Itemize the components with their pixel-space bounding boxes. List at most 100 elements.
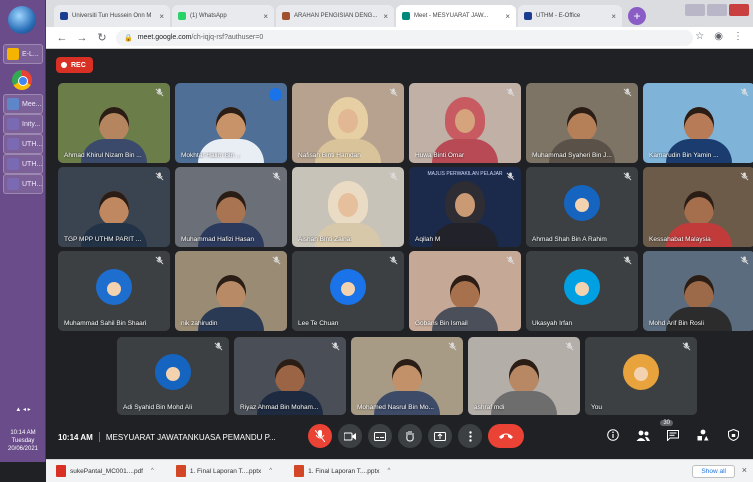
- participant-tile[interactable]: Ahmad Shah Bin A Rahim: [526, 167, 638, 247]
- chevron-up-icon[interactable]: ^: [151, 468, 154, 474]
- avatar-face-icon: [575, 198, 589, 212]
- close-window-button[interactable]: [729, 4, 749, 16]
- participant-tile[interactable]: MAJLIS PERWAKILAN PELAJAR Aqilah M: [409, 167, 521, 247]
- browser-toolbar: ← → ↻ 🔒 meet.google.com/ch-iqjq-rsf?auth…: [46, 27, 753, 49]
- chevron-up-icon[interactable]: ^: [269, 468, 272, 474]
- participant-tile[interactable]: Muhammad Syaheri Bin J...: [526, 83, 638, 163]
- people-button[interactable]: [635, 427, 651, 443]
- more-options-button[interactable]: [458, 424, 482, 448]
- participant-tile[interactable]: Gobaris Bin Ismail: [409, 251, 521, 331]
- host-controls-button[interactable]: [725, 427, 741, 443]
- download-item[interactable]: 1. Final Laporan T....pptx ^: [175, 465, 272, 477]
- close-download-bar-icon[interactable]: ×: [742, 465, 747, 475]
- participant-tile[interactable]: Mokhtar Halim Bin ...: [175, 83, 287, 163]
- participant-tile[interactable]: nik zahirudin: [175, 251, 287, 331]
- minimize-button[interactable]: [685, 4, 705, 16]
- tab-close-icon[interactable]: ×: [257, 12, 268, 21]
- profile-icon[interactable]: ◉: [714, 31, 723, 42]
- participant-tile[interactable]: Mohamed Nasrul Bin Mo...: [351, 337, 463, 415]
- activities-button[interactable]: [695, 427, 711, 443]
- camera-button[interactable]: [338, 424, 362, 448]
- app-icon: [7, 98, 19, 110]
- toolbar-right: ☆ ◉ ⋮: [695, 31, 743, 42]
- raise-hand-button[interactable]: [398, 424, 422, 448]
- taskbar-item[interactable]: UTH...: [3, 174, 43, 194]
- tab-close-icon[interactable]: ×: [499, 12, 510, 21]
- chrome-icon[interactable]: [12, 70, 32, 90]
- participant-tile[interactable]: Aishah Binti Zainal: [292, 167, 404, 247]
- captions-button[interactable]: [368, 424, 392, 448]
- participant-tile[interactable]: You: [585, 337, 697, 415]
- mic-muted-icon: [155, 88, 164, 97]
- participant-tile[interactable]: Adi Syahid Bin Mohd Ali: [117, 337, 229, 415]
- new-tab-button[interactable]: +: [628, 7, 646, 25]
- browser-tab[interactable]: (1) WhatsApp ×: [172, 5, 274, 27]
- taskbar-item[interactable]: UTH...: [3, 134, 43, 154]
- participant-name: Riyaz Ahmad Bin Moham...: [240, 404, 319, 411]
- browser-tab[interactable]: ARAHAN PENGISIAN DENG... ×: [276, 5, 394, 27]
- participant-name: Kessahabat Malaysia: [649, 236, 711, 243]
- participant-tile[interactable]: TGP MPP UTHM PARIT ...: [58, 167, 170, 247]
- taskbar-clock[interactable]: 10:14 AM Tuesday 20/06/2021: [0, 429, 46, 453]
- mic-muted-icon: [506, 88, 515, 97]
- participant-tile[interactable]: Ukasyah Irfan: [526, 251, 638, 331]
- reload-icon[interactable]: ↻: [96, 31, 108, 44]
- system-tray: ▲ ◂ ▸ 10:14 AM Tuesday 20/06/2021: [0, 402, 46, 462]
- clock-date: 20/06/2021: [7, 446, 39, 452]
- mic-muted-icon: [506, 256, 515, 265]
- taskbar-item[interactable]: Mee...: [3, 94, 43, 114]
- meeting-details-button[interactable]: [605, 427, 621, 443]
- participant-tile[interactable]: Kessahabat Malaysia: [643, 167, 753, 247]
- mic-muted-icon: [389, 256, 398, 265]
- participant-name: nik zahirudin: [181, 320, 218, 327]
- participant-tile[interactable]: Muhammad Sahil Bin Shaari: [58, 251, 170, 331]
- start-button[interactable]: [8, 6, 36, 34]
- browser-tab[interactable]: Universiti Tun Hussein Onn M ×: [54, 5, 170, 27]
- participant-tile[interactable]: Mohd Arif Bin Rosli: [643, 251, 753, 331]
- present-button[interactable]: [428, 424, 452, 448]
- download-filename: 1. Final Laporan T....pptx: [189, 467, 262, 475]
- participant-tile[interactable]: Muhammad Hafizi Hasan: [175, 167, 287, 247]
- meeting-title: MESYUARAT JAWATANKUASA PEMANDU P...: [105, 432, 276, 442]
- tab-close-icon[interactable]: ×: [153, 12, 164, 21]
- more-vertical-icon: [468, 430, 472, 442]
- file-icon: [56, 465, 66, 477]
- tab-close-icon[interactable]: ×: [605, 12, 616, 21]
- mic-muted-icon: [155, 256, 164, 265]
- browser-tab[interactable]: UTHM - E-Office ×: [518, 5, 622, 27]
- leave-call-button[interactable]: [488, 424, 524, 448]
- participant-tile[interactable]: Kamarudin Bin Yamin ...: [643, 83, 753, 163]
- forward-arrow-icon[interactable]: →: [76, 32, 88, 44]
- participant-tile[interactable]: Ahmad Khirul Nizam Bin ...: [58, 83, 170, 163]
- participant-name: Kamarudin Bin Yamin ...: [649, 152, 719, 159]
- taskbar-item[interactable]: Inity...: [3, 114, 43, 134]
- participant-tile[interactable]: Huwa Binti Omar: [409, 83, 521, 163]
- menu-icon[interactable]: ⋮: [733, 31, 743, 42]
- maximize-button[interactable]: [707, 4, 727, 16]
- taskbar-item[interactable]: UTH...: [3, 154, 43, 174]
- participant-tile[interactable]: ashraf mdi: [468, 337, 580, 415]
- hand-icon: [406, 431, 414, 442]
- address-bar[interactable]: 🔒 meet.google.com/ch-iqjq-rsf?authuser=0: [116, 29, 693, 46]
- activities-shapes-icon: [697, 429, 709, 441]
- taskbar-item[interactable]: E-L...: [3, 44, 43, 64]
- download-item[interactable]: sukePantal_MC001....pdf ^: [56, 465, 154, 477]
- taskbar-item-label: UTH...: [22, 160, 42, 168]
- tab-close-icon[interactable]: ×: [377, 12, 388, 21]
- chevron-up-icon[interactable]: ^: [388, 468, 391, 474]
- participant-tile[interactable]: Lee Te Chuan: [292, 251, 404, 331]
- back-arrow-icon[interactable]: ←: [56, 32, 68, 44]
- browser-tab[interactable]: Meet - MESYUARAT JAW... ×: [396, 5, 516, 27]
- file-icon: [175, 465, 186, 477]
- download-item[interactable]: 1. Final Laporan T....pptx ^: [294, 465, 390, 477]
- mic-off-button[interactable]: [308, 424, 332, 448]
- chat-icon: [667, 429, 679, 441]
- chat-button[interactable]: [665, 427, 681, 443]
- meet-control-bar: 10:14 AM MESYUARAT JAWATANKUASA PEMANDU …: [46, 415, 753, 459]
- participant-tile[interactable]: Nafisah Binti Hamdan: [292, 83, 404, 163]
- show-all-button[interactable]: Show all: [692, 465, 735, 478]
- star-icon[interactable]: ☆: [695, 31, 704, 42]
- participant-tile[interactable]: Riyaz Ahmad Bin Moham...: [234, 337, 346, 415]
- mic-muted-icon: [389, 172, 398, 181]
- clock-time: 10:14 AM: [10, 430, 36, 436]
